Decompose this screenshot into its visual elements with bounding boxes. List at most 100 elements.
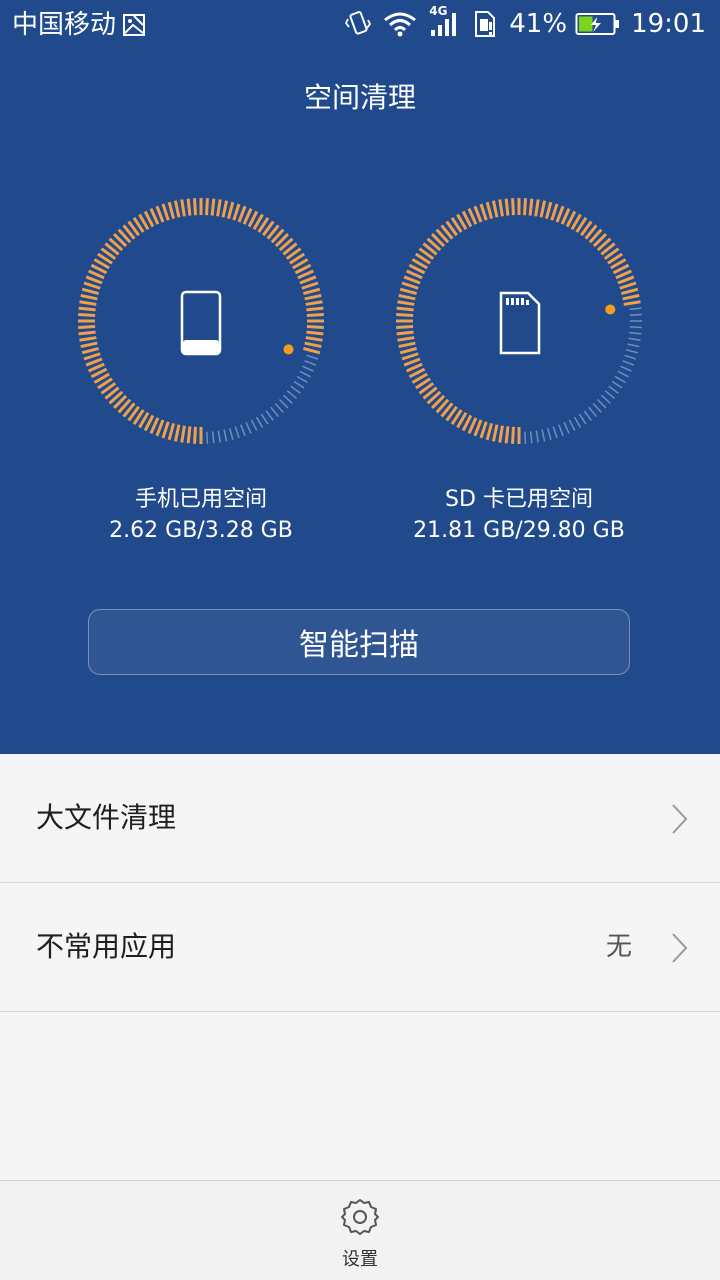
unused-tick	[535, 430, 539, 443]
unused-tick	[278, 398, 289, 409]
status-left: 中国移动	[12, 9, 146, 41]
used-tick	[205, 198, 209, 216]
phone-storage-gauge[interactable]	[76, 196, 326, 446]
image-notification-icon	[122, 13, 146, 37]
unused-tick	[629, 313, 642, 316]
used-tick	[555, 205, 565, 223]
used-tick	[210, 198, 216, 216]
used-tick	[78, 325, 96, 329]
chevron-right-icon	[664, 931, 694, 965]
unused-tick	[600, 394, 611, 404]
used-tick	[78, 313, 96, 317]
unused-tick	[286, 390, 298, 399]
used-tick	[180, 425, 186, 443]
used-tick	[403, 275, 421, 285]
used-tick	[403, 357, 421, 367]
used-tick	[303, 287, 321, 296]
used-tick	[396, 330, 414, 336]
used-tick	[504, 426, 510, 444]
used-tick	[167, 201, 176, 219]
unused-tick	[578, 413, 587, 425]
gear-icon	[340, 1197, 380, 1241]
used-tick	[78, 306, 96, 312]
usage-marker-dot	[605, 304, 616, 315]
sim-alert-icon	[473, 10, 497, 38]
unused-tick	[592, 402, 602, 413]
usage-marker-dot	[283, 344, 294, 355]
used-tick	[155, 419, 165, 437]
unused-tick	[541, 429, 546, 442]
used-tick	[85, 357, 103, 367]
carrier-name: 中国移动	[12, 10, 117, 40]
used-tick	[173, 200, 181, 218]
unused-tick	[629, 326, 642, 329]
used-tick	[306, 306, 324, 312]
bottom-toolbar: 设置	[0, 1180, 720, 1280]
used-tick	[161, 421, 170, 439]
unused-tick	[293, 380, 305, 389]
unused-tick	[622, 360, 635, 366]
unused-tick	[568, 419, 576, 431]
unused-tick	[563, 422, 570, 434]
used-tick	[544, 201, 553, 219]
used-tick	[401, 281, 419, 290]
unused-tick	[255, 416, 264, 428]
sd-storage-gauge[interactable]	[394, 196, 644, 446]
used-tick	[539, 200, 547, 218]
app-root: 中国移动 4G 41% 19:01 空间清理 手机已用空间 2.62 GB/3.…	[0, 0, 720, 1280]
unused-tick	[611, 380, 623, 389]
used-tick	[619, 281, 637, 290]
used-tick	[511, 198, 515, 216]
used-tick	[83, 281, 101, 290]
used-tick	[473, 205, 483, 223]
used-tick	[498, 425, 504, 443]
used-tick	[399, 287, 417, 296]
unused-tick	[604, 390, 616, 399]
used-tick	[305, 300, 323, 306]
used-tick	[401, 352, 419, 361]
unused-tick	[627, 343, 640, 348]
used-tick	[491, 200, 499, 218]
used-tick	[186, 198, 192, 216]
unused-tick	[552, 426, 558, 439]
used-tick	[622, 293, 640, 301]
list-item-unused-apps[interactable]: 不常用应用 无	[0, 883, 720, 1012]
used-tick	[80, 293, 98, 301]
unused-tick	[229, 428, 234, 441]
battery-percent: 41%	[509, 9, 568, 39]
used-tick	[396, 306, 414, 312]
used-tick	[479, 203, 488, 221]
used-tick	[232, 203, 241, 221]
used-tick	[186, 426, 192, 444]
unused-tick	[302, 365, 314, 372]
list-item-large-files[interactable]: 大文件清理	[0, 754, 720, 883]
smart-scan-button[interactable]: 智能扫描	[88, 609, 630, 675]
used-tick	[528, 198, 534, 216]
used-tick	[301, 281, 319, 290]
used-tick	[85, 275, 103, 285]
unused-tick	[628, 337, 641, 341]
unused-tick	[211, 431, 215, 444]
sd-storage-value: 21.81 GB/29.80 GB	[413, 518, 625, 543]
unused-tick	[270, 406, 279, 418]
used-tick	[398, 293, 416, 301]
used-tick	[305, 336, 323, 342]
settings-button[interactable]: 设置	[320, 1181, 400, 1280]
used-tick	[617, 275, 635, 285]
unused-tick	[299, 370, 311, 378]
unused-tick	[620, 365, 632, 372]
used-tick	[504, 198, 510, 216]
used-tick	[398, 341, 416, 349]
used-tick	[81, 287, 99, 296]
used-tick	[396, 325, 414, 329]
used-tick	[237, 205, 247, 223]
used-tick	[523, 198, 527, 216]
used-tick	[155, 205, 165, 223]
unused-tick	[260, 413, 269, 425]
signal-icon: 4G	[429, 4, 461, 38]
chevron-right-icon	[664, 802, 694, 836]
used-tick	[306, 313, 324, 317]
unused-tick	[583, 410, 592, 421]
unused-tick	[290, 385, 301, 394]
used-tick	[479, 421, 488, 439]
